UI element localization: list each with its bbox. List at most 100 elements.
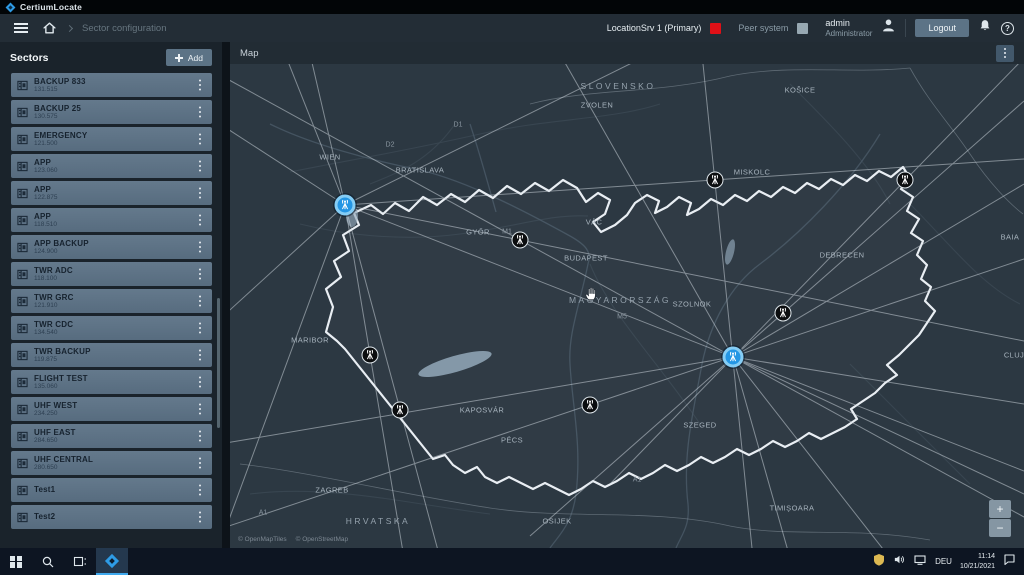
antenna-icon bbox=[339, 199, 352, 212]
sector-icon bbox=[17, 107, 28, 118]
sector-menu-button[interactable] bbox=[194, 240, 206, 254]
action-center-button[interactable] bbox=[1003, 553, 1016, 571]
antenna-marker[interactable] bbox=[512, 232, 529, 249]
sector-icon bbox=[17, 377, 28, 388]
sector-menu-button[interactable] bbox=[194, 294, 206, 308]
antenna-marker[interactable] bbox=[582, 397, 599, 414]
sector-menu-button[interactable] bbox=[194, 186, 206, 200]
tray-security-icon[interactable] bbox=[873, 553, 885, 571]
sector-item[interactable]: APP BACKUP124.900 bbox=[11, 235, 212, 259]
home-button[interactable] bbox=[42, 21, 57, 35]
sector-frequency: 131.515 bbox=[34, 86, 86, 93]
user-avatar-button[interactable] bbox=[881, 18, 896, 38]
sector-item[interactable]: APP123.060 bbox=[11, 154, 212, 178]
hungary-border bbox=[326, 167, 935, 495]
server-status-indicator bbox=[710, 23, 721, 34]
sector-menu-button[interactable] bbox=[194, 348, 206, 362]
sector-icon bbox=[17, 431, 28, 442]
zoom-out-button[interactable]: − bbox=[989, 519, 1011, 537]
sector-item[interactable]: FLIGHT TEST135.060 bbox=[11, 370, 212, 394]
sector-menu-button[interactable] bbox=[194, 483, 206, 497]
sector-frequency: 118.100 bbox=[34, 275, 73, 282]
add-sector-button[interactable]: Add bbox=[166, 49, 212, 66]
selected-site-marker[interactable] bbox=[335, 195, 356, 216]
sector-icon bbox=[17, 215, 28, 226]
sector-item[interactable]: TWR CDC134.540 bbox=[11, 316, 212, 340]
sector-item[interactable]: TWR ADC118.100 bbox=[11, 262, 212, 286]
sector-item[interactable]: APP118.510 bbox=[11, 208, 212, 232]
sector-item[interactable]: Test1 bbox=[11, 478, 212, 502]
sector-menu-button[interactable] bbox=[194, 78, 206, 92]
map-menu-button[interactable] bbox=[996, 45, 1014, 62]
map-graphics bbox=[230, 64, 1024, 548]
taskbar-clock[interactable]: 11:14 10/21/2021 bbox=[960, 552, 995, 570]
sector-item[interactable]: UHF WEST234.250 bbox=[11, 397, 212, 421]
clock-date: 10/21/2021 bbox=[960, 562, 995, 571]
taskbar-search-button[interactable] bbox=[32, 548, 64, 575]
sidebar-title: Sectors bbox=[10, 52, 49, 64]
kebab-icon bbox=[199, 381, 202, 384]
map-title: Map bbox=[240, 48, 258, 59]
kebab-icon bbox=[1004, 52, 1006, 54]
sector-item[interactable]: BACKUP 25130.575 bbox=[11, 100, 212, 124]
logout-button[interactable]: Logout bbox=[915, 19, 969, 37]
sector-name: APP bbox=[34, 185, 58, 194]
sector-item[interactable]: Test2 bbox=[11, 505, 212, 529]
kebab-icon bbox=[199, 165, 202, 168]
menu-icon[interactable] bbox=[14, 27, 28, 29]
user-info: admin Administrator bbox=[825, 18, 872, 38]
selected-site-marker[interactable] bbox=[723, 347, 744, 368]
antenna-marker[interactable] bbox=[775, 305, 792, 322]
sector-item[interactable]: BACKUP 833131.515 bbox=[11, 73, 212, 97]
sector-menu-button[interactable] bbox=[194, 429, 206, 443]
sector-menu-button[interactable] bbox=[194, 402, 206, 416]
window-titlebar: CertiumLocate bbox=[0, 0, 1024, 14]
sector-item[interactable]: APP122.875 bbox=[11, 181, 212, 205]
sector-item[interactable]: UHF CENTRAL280.650 bbox=[11, 451, 212, 475]
sidebar-scrollbar[interactable] bbox=[217, 298, 220, 428]
sector-menu-button[interactable] bbox=[194, 159, 206, 173]
antenna-marker[interactable] bbox=[897, 172, 914, 189]
help-button[interactable]: ? bbox=[1001, 22, 1014, 35]
sector-menu-button[interactable] bbox=[194, 267, 206, 281]
sector-item[interactable]: TWR BACKUP119.875 bbox=[11, 343, 212, 367]
sector-frequency: 134.540 bbox=[34, 329, 73, 336]
antenna-icon bbox=[514, 234, 527, 247]
sector-item[interactable]: TWR GRC121.910 bbox=[11, 289, 212, 313]
antenna-icon bbox=[899, 174, 912, 187]
kebab-icon bbox=[199, 489, 202, 492]
volume-icon[interactable] bbox=[893, 553, 906, 571]
language-indicator[interactable]: DEU bbox=[935, 557, 952, 566]
sector-menu-button[interactable] bbox=[194, 321, 206, 335]
zoom-in-button[interactable]: + bbox=[989, 500, 1011, 518]
attribution-openstreetmap[interactable]: © OpenStreetMap bbox=[296, 536, 348, 543]
antenna-marker[interactable] bbox=[362, 347, 379, 364]
antenna-marker[interactable] bbox=[707, 172, 724, 189]
kebab-icon bbox=[199, 111, 202, 114]
map-panel: Map bbox=[230, 42, 1024, 548]
network-icon[interactable] bbox=[914, 553, 927, 571]
map-zoom-control: + − bbox=[989, 500, 1011, 537]
sector-item[interactable]: EMERGENCY121.500 bbox=[11, 127, 212, 151]
task-view-button[interactable] bbox=[64, 548, 96, 575]
sector-icon bbox=[17, 80, 28, 91]
sector-menu-button[interactable] bbox=[194, 375, 206, 389]
sector-menu-button[interactable] bbox=[194, 510, 206, 524]
sector-menu-button[interactable] bbox=[194, 105, 206, 119]
kebab-icon bbox=[199, 300, 202, 303]
start-button[interactable] bbox=[0, 548, 32, 575]
sector-menu-button[interactable] bbox=[194, 132, 206, 146]
map-canvas[interactable]: SLOVENSKOZVOLENKOŠICED1D2WIENBRATISLAVAM… bbox=[230, 64, 1024, 548]
sector-menu-button[interactable] bbox=[194, 456, 206, 470]
sector-item[interactable]: UHF EAST284.650 bbox=[11, 424, 212, 448]
taskbar-app-certiumlocate[interactable] bbox=[96, 548, 128, 575]
attribution-openmaptiles[interactable]: © OpenMapTiles bbox=[238, 536, 287, 543]
sector-icon bbox=[17, 350, 28, 361]
notifications-button[interactable] bbox=[978, 18, 992, 38]
sector-icon bbox=[17, 269, 28, 280]
clock-time: 11:14 bbox=[960, 552, 995, 561]
kebab-icon bbox=[199, 192, 202, 195]
antenna-marker[interactable] bbox=[392, 402, 409, 419]
sector-menu-button[interactable] bbox=[194, 213, 206, 227]
add-button-label: Add bbox=[188, 53, 203, 63]
